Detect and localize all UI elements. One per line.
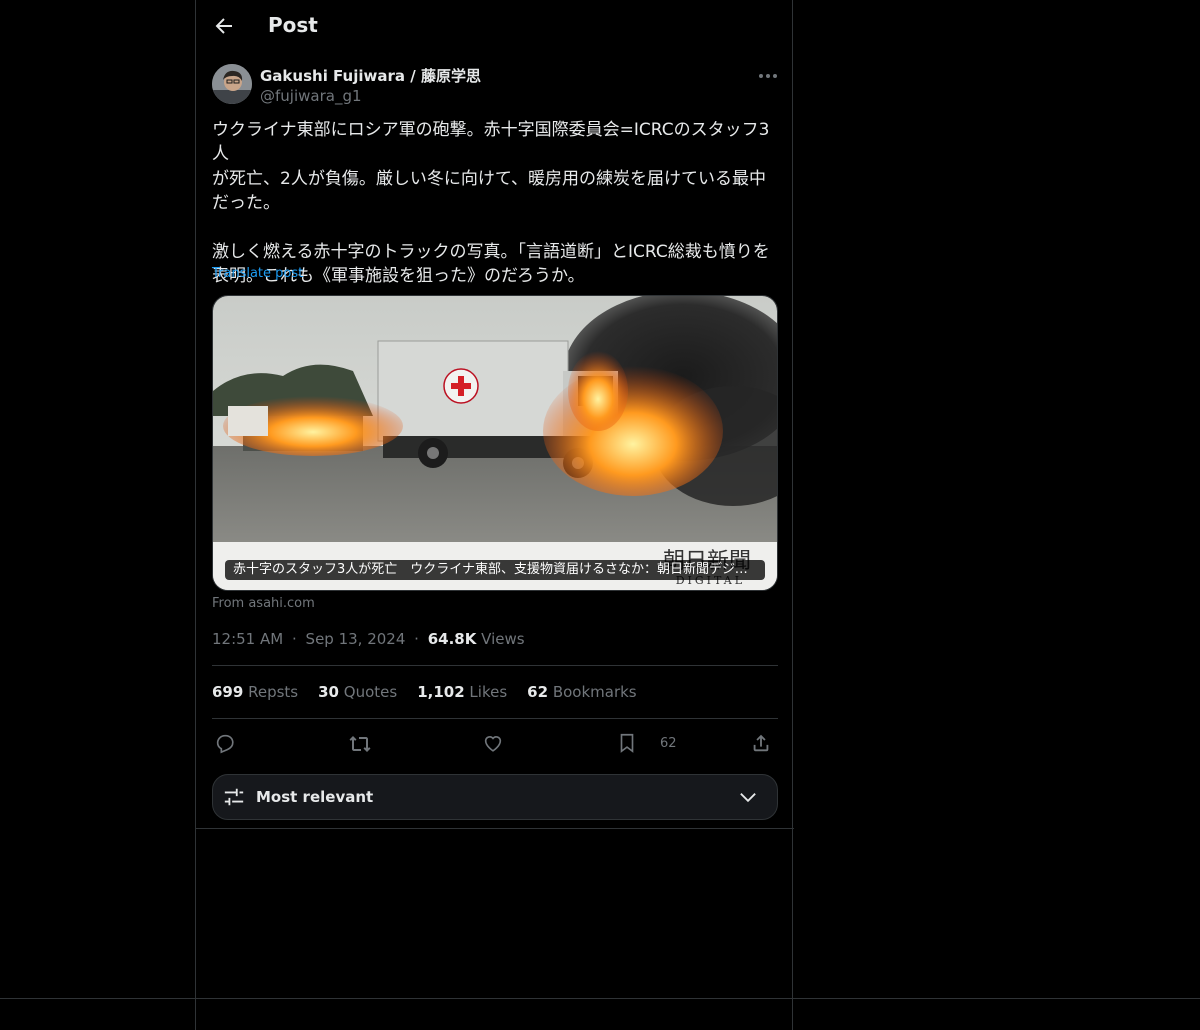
bookmark-icon[interactable] <box>616 732 640 756</box>
post-text: ウクライナ東部にロシア軍の砲撃。赤十字国際委員会=ICRCのスタッフ3人 が死亡… <box>212 120 770 287</box>
back-arrow-icon[interactable] <box>212 14 236 38</box>
translate-link[interactable]: Translate post <box>212 266 303 281</box>
meta-dot: · <box>291 630 297 648</box>
primary-column: Post Gakushi Fujiwara / 藤原学思 @fujiwara_g… <box>195 0 794 1030</box>
meta-dot: · <box>414 630 419 648</box>
chevron-down-icon <box>737 787 759 809</box>
sort-label: Most relevant <box>256 788 374 806</box>
quotes-stat[interactable]: 30 Quotes <box>318 683 397 701</box>
reply-sort-dropdown[interactable]: Most relevant <box>212 774 778 820</box>
views-label: Views <box>481 630 525 648</box>
avatar[interactable] <box>212 64 252 104</box>
post-time[interactable]: 12:51 AM <box>212 630 283 648</box>
reply-icon[interactable] <box>214 732 238 756</box>
likes-stat[interactable]: 1,102 Likes <box>417 683 507 701</box>
bookmarks-stat[interactable]: 62 Bookmarks <box>527 683 636 701</box>
engagement-stats: 699 Repsts 30 Quotes 1,102 Likes 62 Book… <box>212 683 637 701</box>
views-count: 64.8K <box>427 630 477 648</box>
author-handle[interactable]: @fujiwara_g1 <box>260 87 362 105</box>
author-name[interactable]: Gakushi Fujiwara / 藤原学思 <box>260 65 481 86</box>
bookmark-count: 62 <box>660 736 677 751</box>
filter-icon <box>223 786 245 808</box>
card-caption: 赤十字のスタッフ3人が死亡 ウクライナ東部、支援物資届けるさなか：朝日新聞デジタ… <box>225 560 765 580</box>
post-header: Post <box>196 0 794 54</box>
reposts-stat[interactable]: 699 Repsts <box>212 683 298 701</box>
repost-icon[interactable] <box>348 732 372 756</box>
share-icon[interactable] <box>750 732 774 756</box>
card-source[interactable]: From asahi.com <box>212 596 315 611</box>
page-title: Post <box>268 13 318 37</box>
more-icon[interactable] <box>756 64 780 88</box>
like-icon[interactable] <box>482 732 506 756</box>
post-meta: 12:51 AM · Sep 13, 2024 · 64.8K Views <box>212 630 525 648</box>
link-card[interactable]: 朝日新聞 DIGITAL 赤十字のスタッフ3人が死亡 ウクライナ東部、支援物資届… <box>212 295 778 591</box>
divider <box>212 665 778 666</box>
divider <box>212 718 778 719</box>
action-bar: 62 <box>212 730 778 758</box>
card-image: 朝日新聞 DIGITAL <box>213 296 777 590</box>
post-date[interactable]: Sep 13, 2024 <box>306 630 406 648</box>
divider <box>196 828 794 829</box>
